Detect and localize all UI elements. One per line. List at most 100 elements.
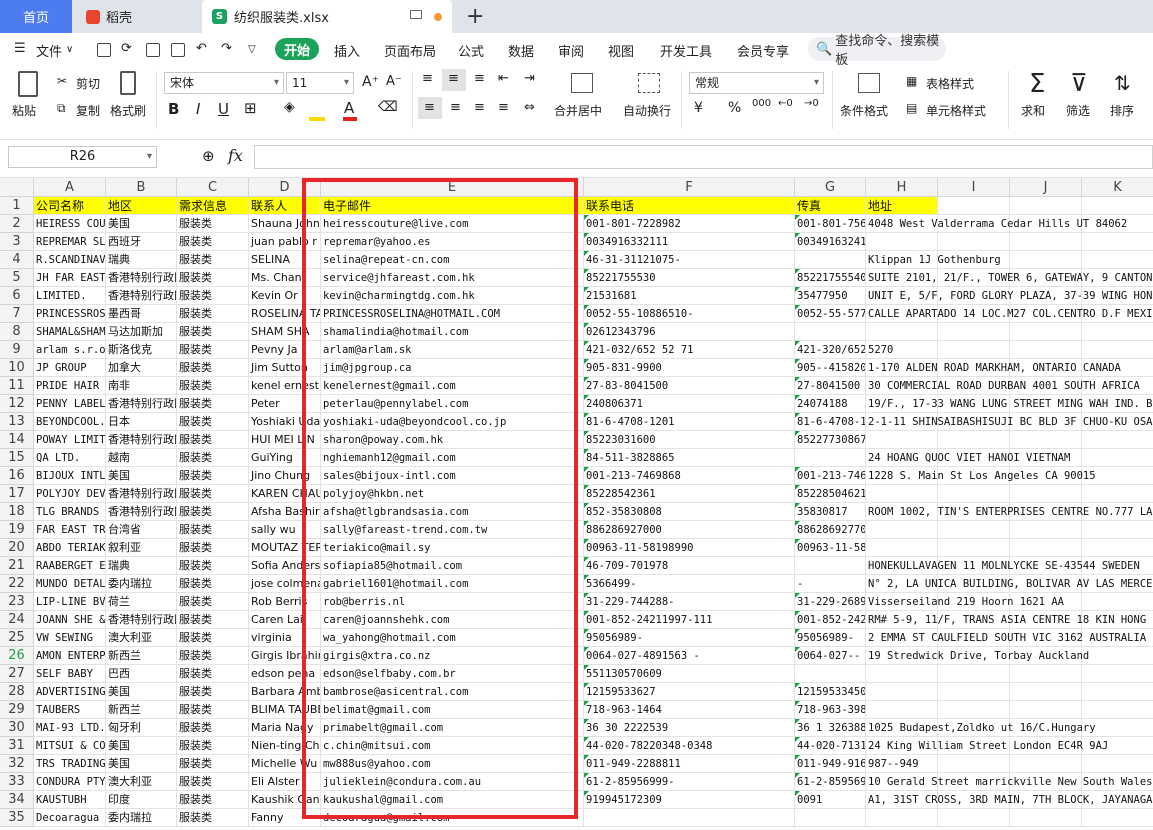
table-cell[interactable] (866, 683, 938, 701)
table-cell[interactable]: 服装类 (177, 287, 249, 305)
table-cell[interactable]: 印度 (106, 791, 177, 809)
table-cell[interactable]: JOANN SHE & (34, 611, 106, 629)
table-cell[interactable] (1082, 701, 1153, 719)
table-cell[interactable]: 852-35830808 (584, 503, 795, 521)
table-cell[interactable] (1010, 431, 1082, 449)
row-header[interactable]: 24 (0, 611, 34, 629)
column-header-i[interactable]: I (938, 178, 1010, 197)
table-cell[interactable]: 00963-11-5812840 (795, 539, 866, 557)
indent-decrease-icon[interactable]: ⇤ (498, 71, 509, 86)
number-format-select[interactable]: 常规 (689, 72, 824, 94)
row-header[interactable]: 33 (0, 773, 34, 791)
table-cell[interactable]: 委内瑞拉 (106, 575, 177, 593)
table-cell[interactable]: - (795, 575, 866, 593)
table-cell[interactable]: Rob Berris (249, 593, 321, 611)
table-cell[interactable]: PRINCESSROSE (34, 305, 106, 323)
row-header[interactable]: 11 (0, 377, 34, 395)
print-preview-icon[interactable] (171, 43, 185, 57)
table-cell[interactable]: 服装类 (177, 719, 249, 737)
monitor-icon[interactable] (410, 10, 422, 19)
column-header-j[interactable]: J (1010, 178, 1082, 197)
row-header[interactable]: 12 (0, 395, 34, 413)
table-cell[interactable] (1010, 233, 1082, 251)
table-cell[interactable]: ABDO TERIAKI (34, 539, 106, 557)
table-cell[interactable]: RAABERGET EM (34, 557, 106, 575)
row-header[interactable]: 35 (0, 809, 34, 827)
table-cell[interactable]: 服装类 (177, 791, 249, 809)
table-cell[interactable]: 1025 Budapest,Zoldko ut 16/C.Hungary (866, 719, 1096, 737)
tab-file[interactable]: S 纺织服装类.xlsx (202, 0, 452, 33)
table-cell[interactable]: 0052-55-5772 (795, 305, 866, 323)
command-search[interactable]: 🔍 查找命令、搜索模板 (808, 34, 946, 68)
table-cell[interactable]: 001-213-7469868 (584, 467, 795, 485)
menu-review[interactable]: 审阅 (558, 41, 584, 60)
table-cell[interactable]: 美国 (106, 683, 177, 701)
table-cell[interactable]: peterlau@pennylabel.com (321, 395, 584, 413)
table-cell[interactable] (1010, 701, 1082, 719)
table-cell[interactable]: edson@selfbaby.com.br (321, 665, 584, 683)
copy-button[interactable]: 复制 (76, 102, 100, 119)
table-cell[interactable]: 香港特别行政区 (106, 485, 177, 503)
row-header[interactable]: 15 (0, 449, 34, 467)
row-header[interactable]: 26 (0, 647, 34, 665)
table-cell[interactable]: 南非 (106, 377, 177, 395)
table-cell[interactable] (866, 485, 938, 503)
table-cell[interactable] (938, 701, 1010, 719)
fill-color-icon[interactable]: ◈ (284, 99, 295, 115)
row-header[interactable]: 31 (0, 737, 34, 755)
table-cell[interactable] (584, 809, 795, 827)
cell-style-button[interactable]: 单元格样式 (926, 102, 986, 119)
wrap-text-icon[interactable] (638, 73, 660, 93)
table-cell[interactable] (1082, 251, 1153, 269)
table-cell[interactable]: repremar@yahoo.es (321, 233, 584, 251)
row-header[interactable]: 4 (0, 251, 34, 269)
menu-data[interactable]: 数据 (508, 41, 534, 60)
table-cell[interactable] (1010, 251, 1082, 269)
table-cell[interactable]: 澳大利亚 (106, 773, 177, 791)
table-cell[interactable] (938, 755, 1010, 773)
table-cell[interactable]: MAI-93 LTD. (34, 719, 106, 737)
table-cell[interactable]: 001-852-24211997-111 (584, 611, 795, 629)
column-header-f[interactable]: F (584, 178, 795, 197)
table-cell[interactable] (1010, 755, 1082, 773)
table-cell[interactable]: 服装类 (177, 395, 249, 413)
table-cell[interactable]: VW SEWING (34, 629, 106, 647)
table-cell[interactable] (866, 323, 938, 341)
table-cell[interactable]: 12159533627 (584, 683, 795, 701)
table-cell[interactable]: 服装类 (177, 323, 249, 341)
percent-icon[interactable]: % (728, 100, 741, 116)
formula-input[interactable] (254, 145, 1153, 169)
table-cell[interactable]: PRIDE HAIR (34, 377, 106, 395)
table-cell[interactable]: 02612343796 (584, 323, 795, 341)
table-cell[interactable]: 19 Stredwick Drive, Torbay Auckland (866, 647, 1089, 665)
filter-button[interactable]: 筛选 (1066, 102, 1090, 119)
table-cell[interactable]: 服装类 (177, 521, 249, 539)
table-cell[interactable] (795, 665, 866, 683)
distribute-icon[interactable]: ⇔ (524, 100, 535, 115)
table-cell[interactable] (1010, 809, 1082, 827)
table-cell[interactable] (938, 539, 1010, 557)
column-header-d[interactable]: D (249, 178, 321, 197)
table-cell[interactable]: 718-963-1464 (584, 701, 795, 719)
table-cell[interactable]: 服装类 (177, 809, 249, 827)
table-cell[interactable]: 新西兰 (106, 647, 177, 665)
row-header[interactable]: 34 (0, 791, 34, 809)
table-cell[interactable]: 香港特别行政区 (106, 287, 177, 305)
table-cell[interactable]: R.SCANDINAVIA (34, 251, 106, 269)
table-cell[interactable]: Girgis Ibrahim (249, 647, 321, 665)
table-cell[interactable]: kenel ernest (249, 377, 321, 395)
menu-file[interactable]: 文件 (36, 41, 62, 60)
table-cell[interactable] (795, 323, 866, 341)
table-cell[interactable]: KAUSTUBH (34, 791, 106, 809)
table-cell[interactable]: 46-31-31121075- (584, 251, 795, 269)
table-cell[interactable] (1082, 539, 1153, 557)
table-cell[interactable]: 香港特别行政区 (106, 503, 177, 521)
table-cell[interactable]: PENNY LABEL (34, 395, 106, 413)
table-cell[interactable]: 澳大利亚 (106, 629, 177, 647)
table-cell[interactable]: LIP-LINE BV (34, 593, 106, 611)
table-cell[interactable]: 西班牙 (106, 233, 177, 251)
table-cell[interactable]: 84-511-3828865 (584, 449, 795, 467)
table-cell[interactable]: 服装类 (177, 557, 249, 575)
table-cell[interactable]: RM# 5-9, 11/F, TRANS ASIA CENTRE 18 KIN … (866, 611, 1153, 629)
table-cell[interactable]: 2 EMMA ST CAULFIELD SOUTH VIC 3162 AUSTR… (866, 629, 1146, 647)
